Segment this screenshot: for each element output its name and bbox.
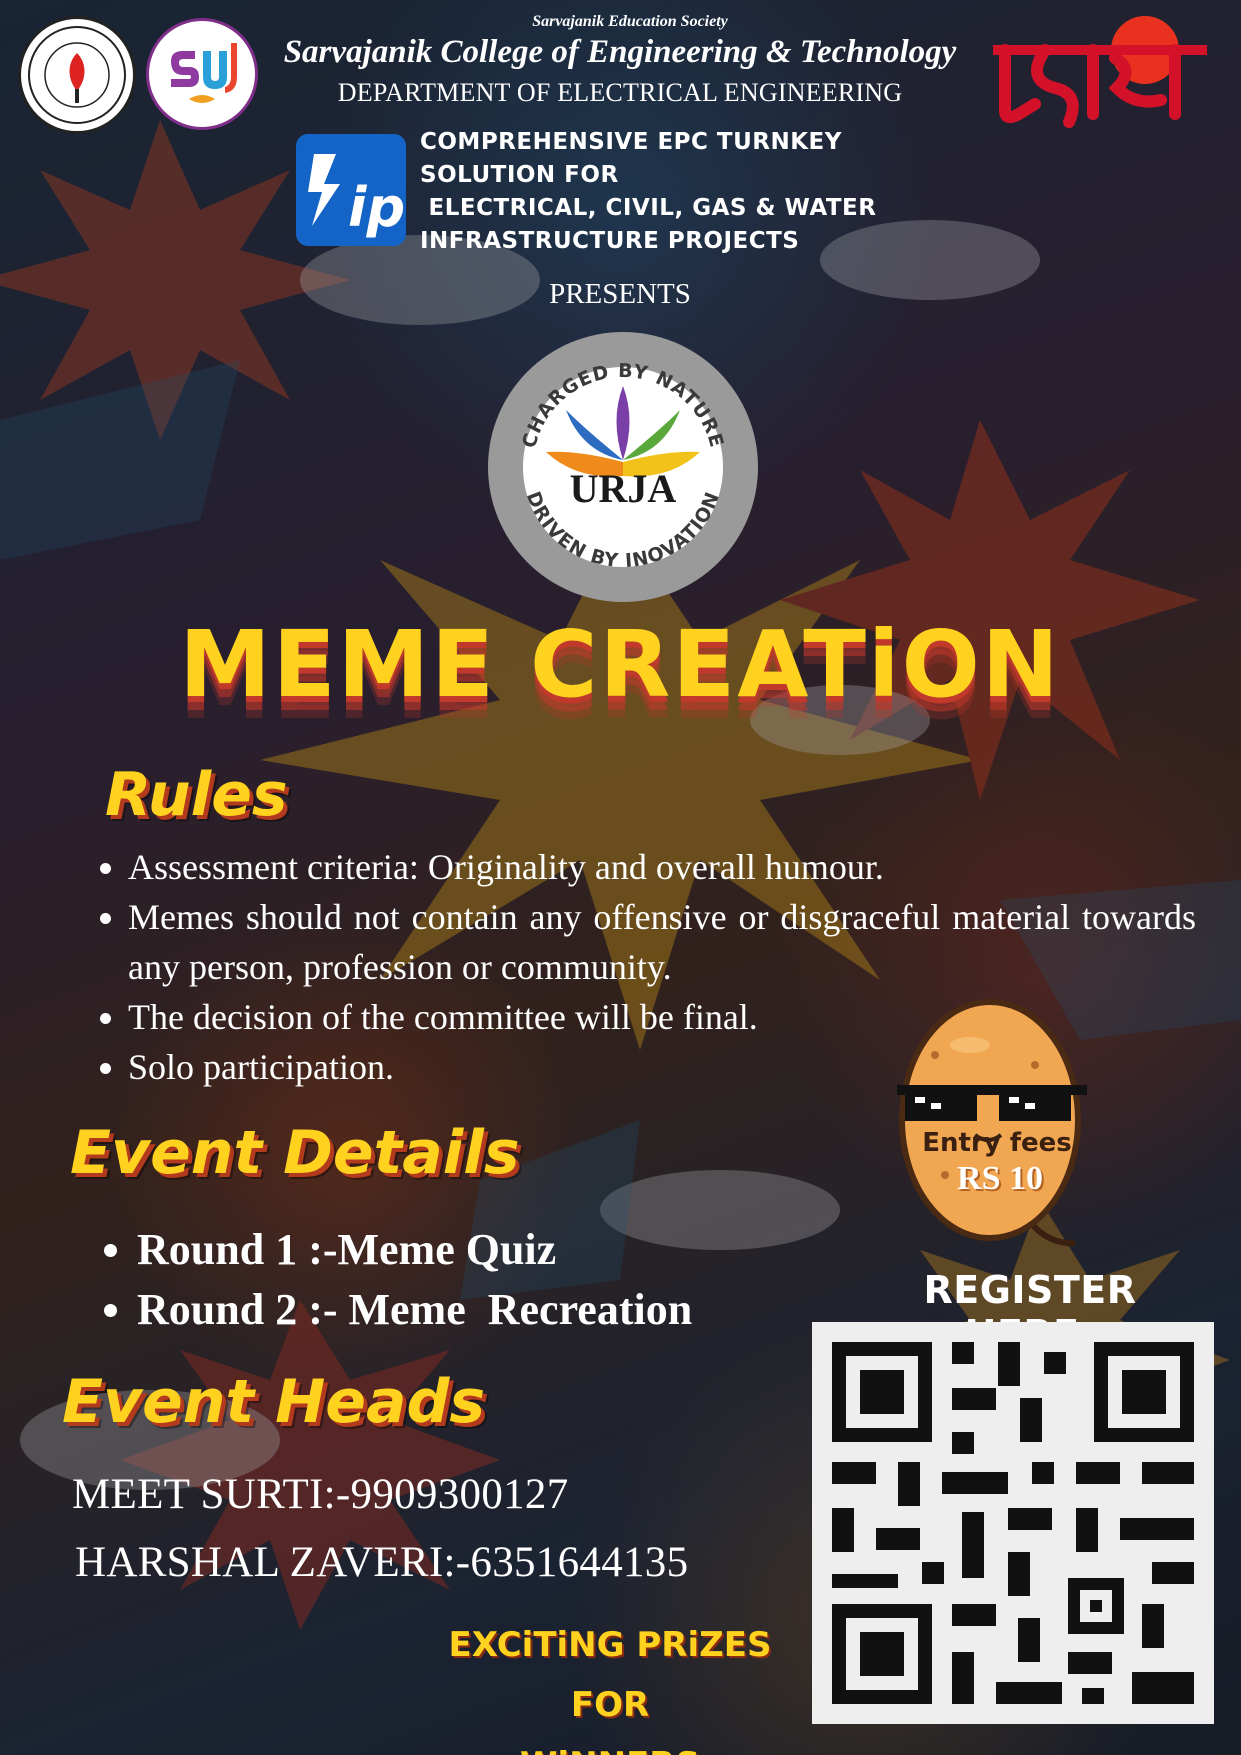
sponsor-line: INFRASTRUCTURE PROJECTS [420, 228, 800, 254]
ip-logo: ip [296, 134, 406, 246]
poster: Sarvajanik Education Society Sarvajanik … [0, 0, 1241, 1755]
prizes-note: EXCiTiNG PRiZES FOR WiNNERS [420, 1615, 800, 1755]
sponsor-line: COMPREHENSIVE EPC TURNKEY [420, 129, 842, 155]
event-details-heading: Event Details [70, 1118, 520, 1188]
college-name: Sarvajanik College of Engineering & Tech… [283, 34, 957, 70]
svu-logo [146, 18, 258, 130]
event-details-list: Round 1 :-Meme Quiz Round 2 :- Meme Recr… [85, 1220, 837, 1340]
entry-fees-label: Entry fees [922, 1128, 1072, 1158]
badge-name: URJA [570, 466, 677, 511]
event-head-contact: MEET SURTI:-9909300127 [72, 1471, 569, 1518]
round-item: Round 1 :-Meme Quiz [137, 1220, 837, 1280]
potato-mascot [897, 999, 1087, 1247]
event-title: MEME CREATiON [179, 611, 1061, 718]
registration-qr-code[interactable] [812, 1322, 1214, 1724]
entry-fees-amount: RS 10 [957, 1160, 1043, 1197]
prizes-line: WiNNERS [420, 1735, 800, 1755]
event-head-contact: HARSHAL ZAVERI:-6351644135 [75, 1539, 689, 1586]
department-name: DEPARTMENT OF ELECTRICAL ENGINEERING [337, 78, 903, 107]
sces-logo [18, 16, 136, 134]
presents-label: PRESENTS [549, 278, 691, 310]
prizes-line: EXCiTiNG PRiZES FOR [448, 1625, 772, 1725]
rule-item: Assessment criteria: Originality and ove… [128, 842, 1196, 892]
rule-item: Memes should not contain any offensive o… [128, 892, 1196, 992]
round-item: Round 2 :- Meme Recreation [137, 1280, 837, 1340]
sponsor-line: SOLUTION FOR [420, 162, 619, 188]
sponsor-line: ELECTRICAL, CIVIL, GAS & WATER [420, 195, 877, 221]
kshitij-logo [993, 16, 1207, 128]
rules-heading: Rules [105, 760, 288, 830]
society-name: Sarvajanik Education Society [532, 13, 728, 30]
urja-badge: CHARGED BY NATURE DRIVEN BY INOVATION UR… [488, 332, 758, 602]
event-heads-heading: Event Heads [62, 1367, 486, 1437]
sponsor-tagline: COMPREHENSIVE EPC TURNKEY SOLUTION FOR E… [420, 126, 1040, 258]
svg-text:ip: ip [348, 176, 405, 239]
